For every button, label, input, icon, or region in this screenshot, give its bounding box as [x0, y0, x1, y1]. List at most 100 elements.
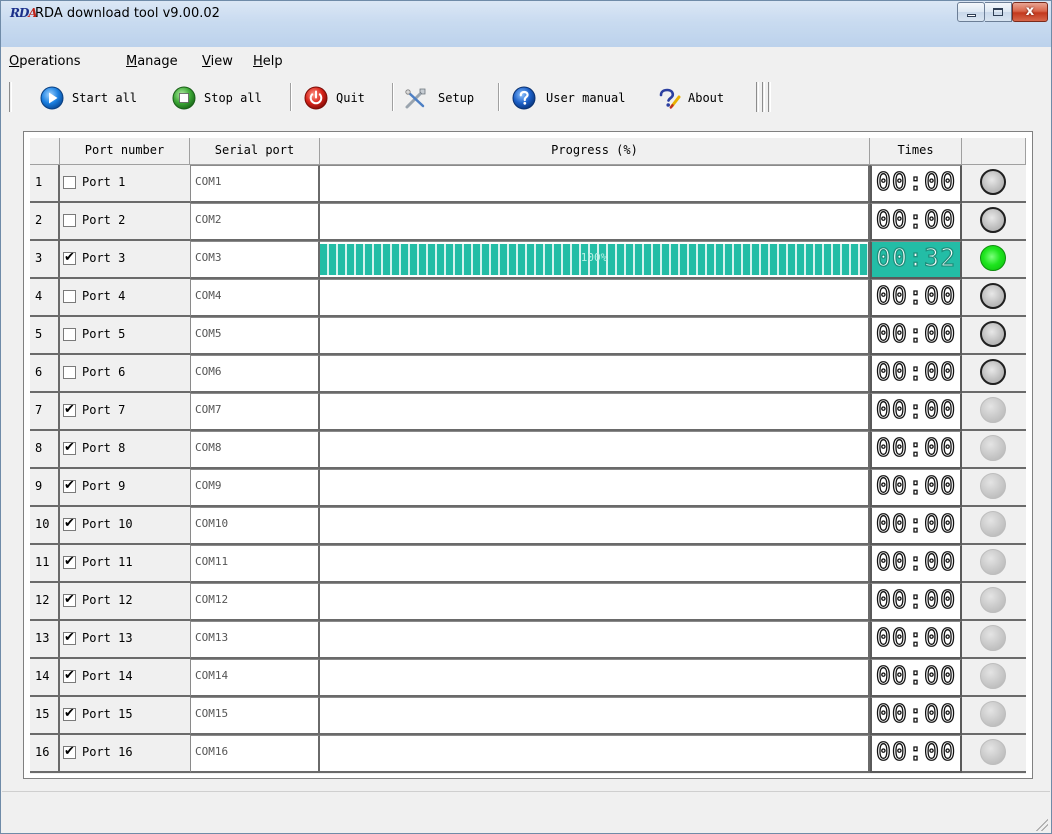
start-all-button[interactable]: Start all	[40, 82, 156, 114]
port-checkbox[interactable]: ✔	[63, 554, 76, 569]
serial-port-field[interactable]: COM9	[190, 469, 320, 507]
resize-grip-icon[interactable]	[1036, 819, 1048, 831]
port-checkbox[interactable]: ✔	[63, 706, 76, 721]
row-number: 3	[30, 241, 60, 279]
port-checkbox[interactable]: ✔	[63, 630, 76, 645]
serial-port-field[interactable]: COM5	[190, 317, 320, 355]
header-progress[interactable]: Progress (%)	[320, 138, 870, 165]
elapsed-time: 00:00	[870, 279, 962, 317]
menu-operations[interactable]: Operations	[9, 52, 80, 72]
serial-port-field[interactable]: COM4	[190, 279, 320, 317]
row-number: 4	[30, 279, 60, 317]
port-cell[interactable]: ✔ Port 16	[60, 735, 190, 773]
port-checkbox[interactable]: ✔	[63, 668, 76, 683]
close-button[interactable]: x	[1012, 2, 1048, 22]
quit-label: Quit	[336, 91, 365, 105]
port-checkbox[interactable]: ✔	[63, 402, 76, 417]
port-checkbox[interactable]: ✔	[63, 440, 76, 455]
port-checkbox[interactable]: ✔	[63, 516, 76, 531]
serial-port-field[interactable]: COM10	[190, 507, 320, 545]
status-led-icon	[980, 625, 1006, 651]
setup-button[interactable]: Setup	[404, 82, 490, 114]
port-cell[interactable]: ✔ Port 13	[60, 621, 190, 659]
row-number: 13	[30, 621, 60, 659]
port-checkbox[interactable]: ✔	[63, 250, 76, 265]
port-cell[interactable]: ✔ Port 3	[60, 241, 190, 279]
user-manual-button[interactable]: User manual	[512, 82, 644, 114]
header-serial-port[interactable]: Serial port	[190, 138, 320, 165]
port-cell[interactable]: Port 2	[60, 203, 190, 241]
port-cell[interactable]: ✔ Port 15	[60, 697, 190, 735]
port-cell[interactable]: ✔ Port 14	[60, 659, 190, 697]
toolbar-grip	[768, 82, 771, 112]
port-cell[interactable]: ✔ Port 9	[60, 469, 190, 507]
status-led-icon	[980, 283, 1006, 309]
port-checkbox[interactable]: ✔	[63, 592, 76, 607]
toolbar-separator	[290, 83, 292, 111]
time-digits: 00:00	[875, 508, 957, 538]
serial-port-field[interactable]: COM13	[190, 621, 320, 659]
row-number: 15	[30, 697, 60, 735]
port-checkbox[interactable]	[63, 366, 76, 379]
header-port-number[interactable]: Port number	[60, 138, 190, 165]
serial-port-field[interactable]: COM3	[190, 241, 320, 279]
serial-port-field[interactable]: COM14	[190, 659, 320, 697]
toolbar-grip[interactable]	[9, 82, 12, 112]
row-number: 9	[30, 469, 60, 507]
status-cell	[962, 393, 1026, 431]
row-number: 2	[30, 203, 60, 241]
header-times[interactable]: Times	[870, 138, 962, 165]
menu-view[interactable]: View	[202, 52, 233, 72]
port-cell[interactable]: ✔ Port 11	[60, 545, 190, 583]
menu-manage[interactable]: Manage	[126, 52, 178, 72]
status-cell	[962, 469, 1026, 507]
port-cell[interactable]: Port 5	[60, 317, 190, 355]
row-number: 12	[30, 583, 60, 621]
serial-port-field[interactable]: COM16	[190, 735, 320, 773]
time-digits: 00:00	[875, 546, 957, 576]
serial-port-field[interactable]: COM15	[190, 697, 320, 735]
port-label: Port 15	[82, 707, 133, 721]
maximize-button[interactable]	[985, 2, 1012, 22]
port-cell[interactable]: Port 6	[60, 355, 190, 393]
port-checkbox[interactable]: ✔	[63, 478, 76, 493]
port-label: Port 8	[82, 441, 126, 455]
progress-bar	[320, 203, 870, 241]
serial-port-field[interactable]: COM6	[190, 355, 320, 393]
stop-all-label: Stop all	[204, 91, 262, 105]
menu-help[interactable]: Help	[253, 52, 283, 72]
status-cell	[962, 507, 1026, 545]
port-cell[interactable]: ✔ Port 8	[60, 431, 190, 469]
port-checkbox[interactable]	[63, 328, 76, 341]
menu-view-mnemonic: V	[202, 54, 211, 69]
title-bar[interactable]: RDA RDA download tool v9.00.02 x	[1, 1, 1051, 47]
port-checkbox[interactable]: ✔	[63, 744, 76, 759]
port-cell[interactable]: Port 1	[60, 165, 190, 203]
time-digits: 00:00	[875, 280, 957, 310]
stop-all-button[interactable]: Stop all	[172, 82, 278, 114]
port-cell[interactable]: ✔ Port 10	[60, 507, 190, 545]
progress-bar	[320, 431, 870, 469]
quit-button[interactable]: Quit	[304, 82, 374, 114]
serial-port-field[interactable]: COM2	[190, 203, 320, 241]
serial-port-field[interactable]: COM11	[190, 545, 320, 583]
time-digits: 00:00	[875, 356, 957, 386]
port-checkbox[interactable]	[63, 176, 76, 189]
about-button[interactable]: About	[658, 82, 738, 114]
status-cell	[962, 241, 1026, 279]
row-number: 5	[30, 317, 60, 355]
serial-port-field[interactable]: COM7	[190, 393, 320, 431]
serial-port-field[interactable]: COM8	[190, 431, 320, 469]
checkmark-icon: ✔	[64, 744, 75, 759]
port-checkbox[interactable]	[63, 290, 76, 303]
serial-port-field[interactable]: COM12	[190, 583, 320, 621]
port-cell[interactable]: ✔ Port 7	[60, 393, 190, 431]
port-cell[interactable]: Port 4	[60, 279, 190, 317]
power-icon	[304, 86, 328, 110]
minimize-button[interactable]	[957, 2, 985, 22]
serial-port-field[interactable]: COM1	[190, 165, 320, 203]
elapsed-time: 00:00	[870, 203, 962, 241]
port-cell[interactable]: ✔ Port 12	[60, 583, 190, 621]
port-checkbox[interactable]	[63, 214, 76, 227]
row-number: 14	[30, 659, 60, 697]
